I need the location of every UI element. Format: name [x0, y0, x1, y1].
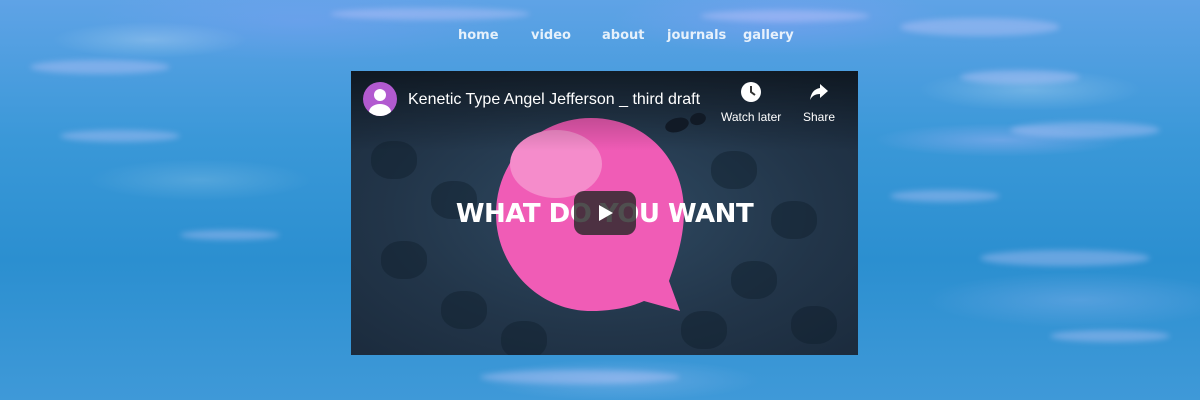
water-ripple [480, 370, 680, 384]
nav-home-link[interactable]: home [458, 28, 499, 43]
watch-later-button[interactable]: Watch later [721, 81, 781, 124]
video-title-link[interactable]: Kenetic Type Angel Jefferson _ third dra… [408, 91, 700, 109]
share-arrow-icon [810, 84, 829, 100]
channel-avatar-icon[interactable] [363, 82, 397, 116]
share-label: Share [803, 110, 836, 124]
water-ripple [980, 250, 1150, 266]
footprint-graphic [665, 112, 706, 133]
top-nav: home video about journals gallery [0, 28, 1200, 48]
nav-gallery-link[interactable]: gallery [743, 28, 794, 43]
nav-video-link[interactable]: video [531, 28, 571, 43]
water-ripple [330, 8, 530, 20]
water-cell [441, 291, 487, 329]
water-cell [381, 241, 427, 279]
water-ripple [890, 190, 1000, 202]
water-cell [791, 306, 837, 344]
water-ripple [700, 10, 870, 22]
water-cell [501, 321, 547, 355]
water-cell [681, 311, 727, 349]
play-button[interactable] [574, 191, 636, 235]
watch-later-label: Watch later [721, 110, 782, 124]
water-ripple [180, 230, 280, 240]
water-cell [711, 151, 757, 189]
water-ripple [1050, 330, 1170, 342]
water-ripple [60, 130, 180, 142]
nav-about-link[interactable]: about [602, 28, 644, 43]
nav-journals-link[interactable]: journals [667, 28, 726, 43]
clock-icon [741, 82, 762, 102]
share-button[interactable]: Share [803, 81, 835, 124]
water-ripple [1010, 122, 1160, 138]
video-player[interactable]: Kenetic Type Angel Jefferson _ third dra… [351, 71, 858, 355]
water-ripple [30, 60, 170, 74]
play-icon [599, 205, 613, 221]
title-overlay-gradient [351, 71, 858, 151]
water-ripple [960, 70, 1080, 84]
water-cell [731, 261, 777, 299]
